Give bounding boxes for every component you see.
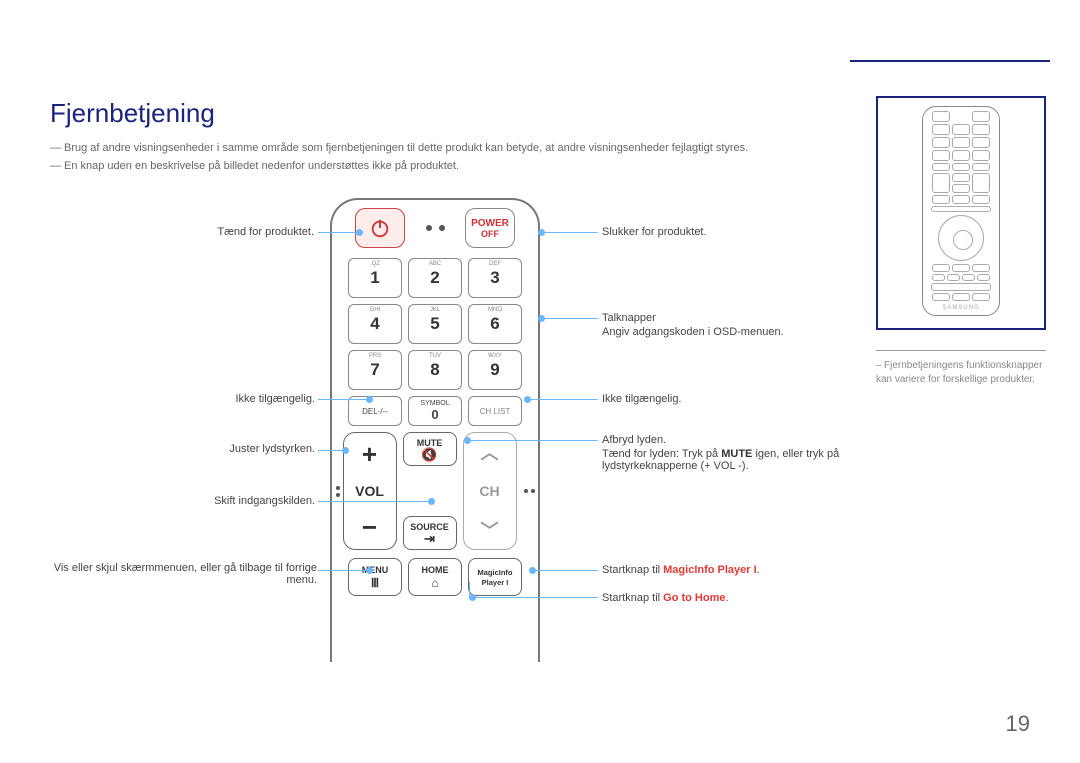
key-del: DEL-/-- (348, 396, 402, 426)
power-off-label: POWER (471, 218, 509, 229)
ann-na-right: Ikke tilgængelig. (602, 393, 682, 405)
ann-magic: Startknap til MagicInfo Player I. (602, 564, 760, 576)
ch-rocker: ︿ CH ﹀ (463, 432, 517, 550)
side-panel: SAMSUNG –Fjernbetjeningens funktionsknap… (876, 96, 1046, 387)
mute-icon: 🔇 (421, 448, 437, 461)
ann-num-l2: Angiv adgangskoden i OSD-menuen. (602, 326, 784, 338)
ch-label: CH (479, 483, 499, 499)
dots-right (524, 489, 535, 493)
source-icon: ⇥ (424, 532, 435, 545)
mini-brand: SAMSUNG (927, 305, 995, 311)
note-2-text: En knap uden en beskrivelse på billedet … (64, 160, 459, 172)
vol-rocker: + VOL − (343, 432, 397, 550)
mute-button: MUTE🔇 (403, 432, 457, 466)
vol-label: VOL (355, 483, 384, 499)
ann-num-l1: Talknapper (602, 312, 656, 324)
ann-menu: Vis eller skjul skærmmenuen, eller gå ti… (52, 562, 317, 586)
power-off-button: POWER OFF (465, 208, 515, 248)
menu-button: MENUⅢ (348, 558, 402, 596)
home-button: HOME⌂ (408, 558, 462, 596)
magicinfo-button: MagicInfoPlayer I (468, 558, 522, 596)
side-rule (876, 350, 1046, 351)
key-4: GHI4 (348, 304, 402, 344)
note-line-2: ―En knap uden en beskrivelse på billedet… (50, 158, 459, 175)
page-number: 19 (1006, 711, 1030, 737)
header-rule (850, 60, 1050, 62)
key-9: WXY9 (468, 350, 522, 390)
key-symbol-0: SYMBOL0 (408, 396, 462, 426)
ann-source: Skift indgangskilden. (185, 495, 315, 507)
ann-vol: Juster lydstyrken. (195, 443, 315, 455)
key-8: TUV8 (408, 350, 462, 390)
menu-icon: Ⅲ (371, 576, 379, 590)
note-line-1: ―Brug af andre visningsenheder i samme o… (50, 140, 748, 157)
ch-down-icon: ﹀ (481, 517, 499, 543)
side-caption: –Fjernbetjeningens funktionsknapper kan … (876, 359, 1046, 387)
home-icon: ⌂ (431, 576, 438, 590)
key-7: PRS7 (348, 350, 402, 390)
mini-dpad (938, 215, 984, 261)
ann-home: Startknap til Go to Home. (602, 592, 729, 604)
source-button: SOURCE⇥ (403, 516, 457, 550)
ann-mute-l1: Afbryd lyden. (602, 434, 666, 446)
power-on-button (355, 208, 405, 248)
dots-left (336, 486, 340, 497)
ch-up-icon: ︿ (481, 439, 499, 465)
vol-minus-icon: − (362, 512, 377, 543)
note-1-text: Brug af andre visningsenheder i samme om… (64, 142, 748, 154)
mini-remote: SAMSUNG (922, 106, 1000, 316)
ir-leds (411, 225, 459, 231)
key-6: MNO6 (468, 304, 522, 344)
key-chlist: CH LIST (468, 396, 522, 426)
power-icon (369, 217, 391, 239)
page-title: Fjernbetjening (50, 98, 215, 129)
ann-mute-l2: Tænd for lyden: Tryk på MUTE igen, eller… (602, 448, 842, 472)
key-1: .QZ1 (348, 258, 402, 298)
key-3: DEF3 (468, 258, 522, 298)
ann-power-on: Tænd for produktet. (184, 226, 314, 238)
power-off-sub: OFF (481, 229, 499, 239)
mini-remote-frame: SAMSUNG (876, 96, 1046, 330)
ann-na-left: Ikke tilgængelig. (220, 393, 315, 405)
ann-power-off: Slukker for produktet. (602, 226, 707, 238)
key-5: JKL5 (408, 304, 462, 344)
vol-plus-icon: + (362, 439, 377, 470)
remote-diagram: POWER OFF .QZ1ABC2DEF3 GHI4JKL5MNO6 PRS7… (330, 198, 550, 662)
key-2: ABC2 (408, 258, 462, 298)
